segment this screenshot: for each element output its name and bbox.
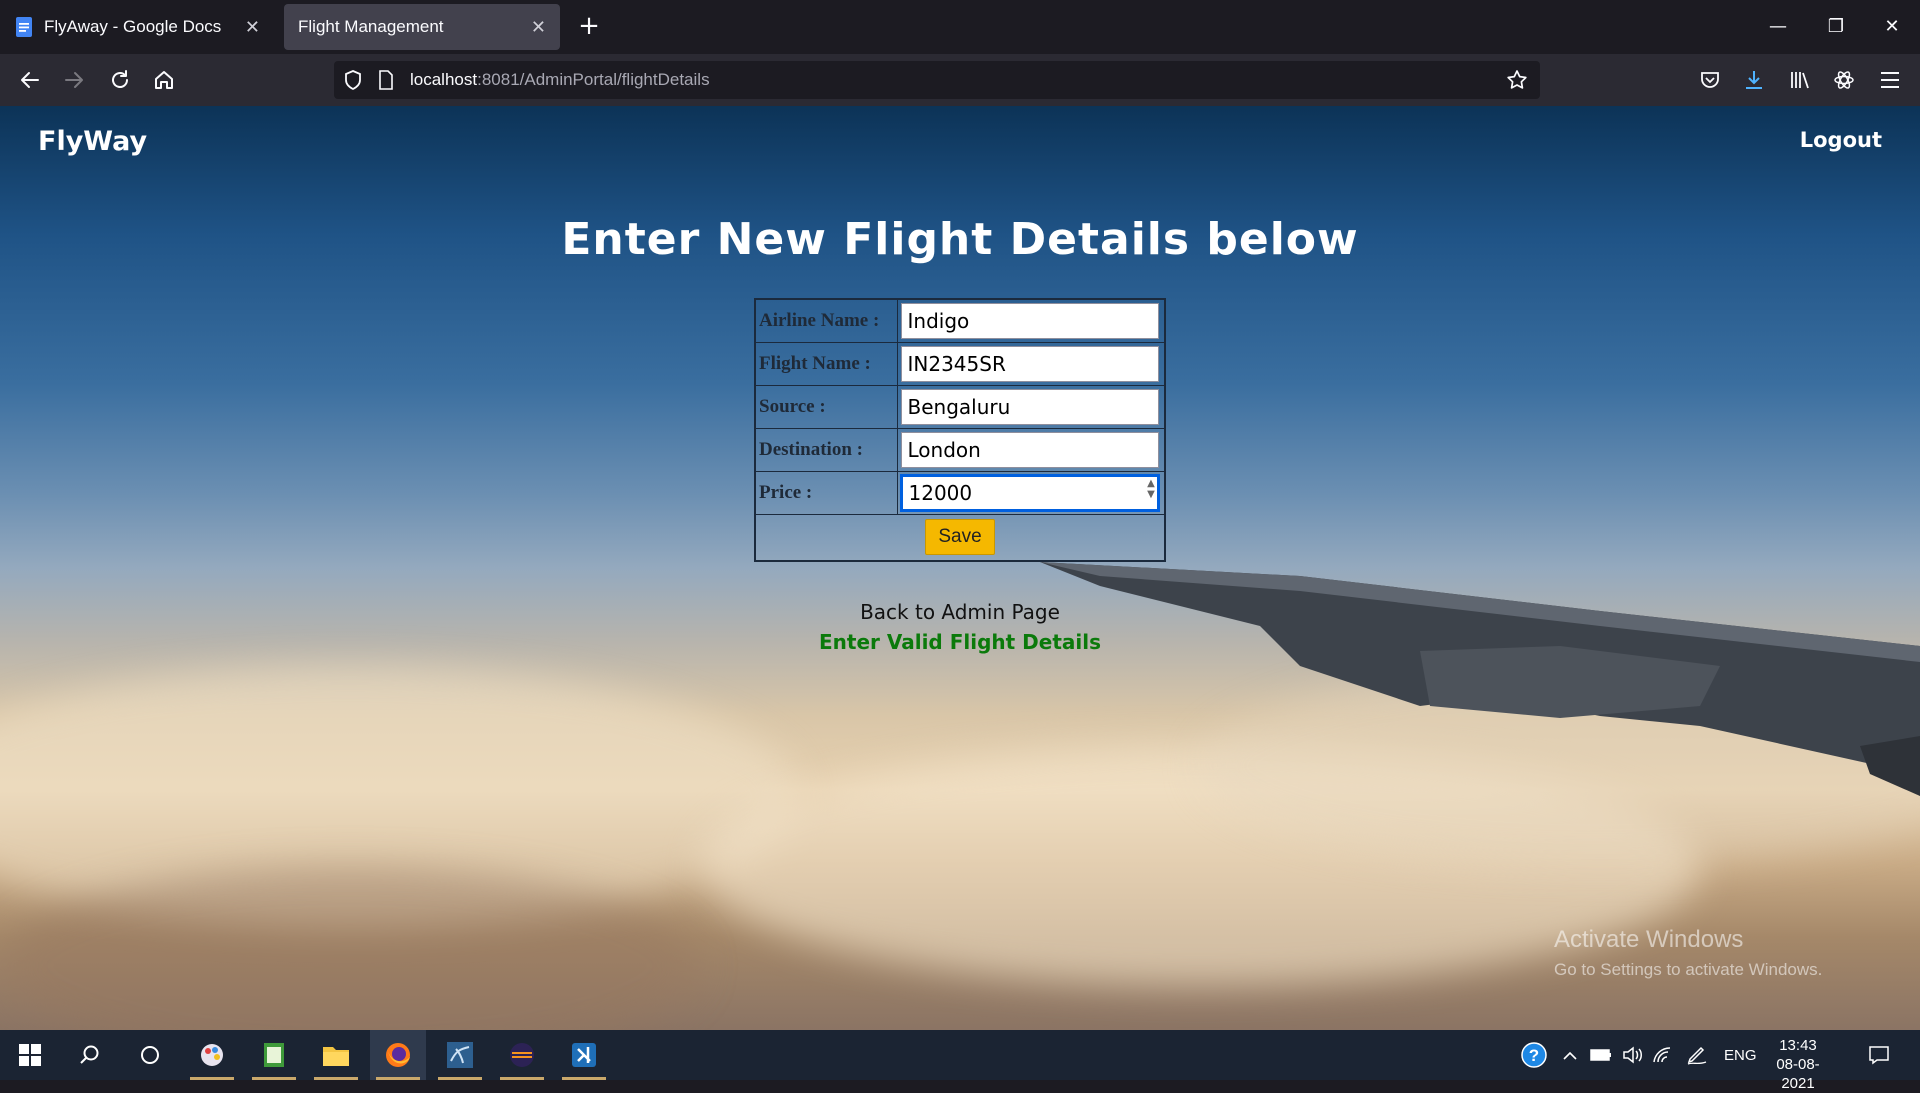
number-spinner-icon[interactable]: ▲ ▼ [1146,478,1156,500]
wifi-icon[interactable] [1652,1030,1672,1080]
eclipse-icon[interactable] [494,1030,550,1080]
back-to-admin-link[interactable]: Back to Admin Page [0,600,1920,624]
cortana-icon[interactable] [122,1030,178,1080]
price-input[interactable] [899,474,1160,512]
tab-label: Flight Management [298,17,444,36]
destination-input[interactable] [900,432,1159,468]
reload-icon[interactable] [104,64,136,96]
save-cell: Save [754,514,1166,561]
pen-ink-icon[interactable] [1686,1030,1708,1080]
source-cell [896,385,1166,429]
source-input[interactable] [900,389,1159,425]
hamburger-menu-icon[interactable] [1874,64,1906,96]
flight-name-label: Flight Name : [754,342,898,386]
tab-strip: FlyAway - Google Docs ✕ Flight Managemen… [0,0,1920,54]
url-path: :8081/AdminPortal/flightDetails [477,70,710,89]
price-label: Price : [754,471,898,515]
vscode-icon[interactable] [556,1030,612,1080]
form-row-price: Price : ▲▼ [754,471,1166,515]
address-bar[interactable]: localhost:8081/AdminPortal/flightDetails [334,61,1540,99]
close-tab-icon[interactable]: ✕ [531,17,546,38]
price-cell: ▲▼ [896,471,1166,515]
restore-icon[interactable]: ❐ [1816,12,1856,42]
url-host: localhost [410,70,478,89]
pocket-icon[interactable] [1694,64,1726,96]
firefox-icon[interactable] [370,1030,426,1080]
page-title: Enter New Flight Details below [561,214,1359,265]
activate-windows-subtitle: Go to Settings to activate Windows. [1554,960,1823,979]
windows-taskbar: ? ENG 13:43 08-08-2021 [0,1030,1920,1092]
forward-arrow-icon[interactable] [58,64,90,96]
brand-logo[interactable]: FlyWay [38,126,147,157]
validation-message: Enter Valid Flight Details [818,630,1101,654]
close-tab-icon[interactable]: ✕ [245,17,260,38]
minimize-icon[interactable]: — [1758,12,1798,42]
page-content: FlyWay Logout Enter New Flight Details b… [0,106,1920,1030]
flight-name-cell [896,342,1166,386]
tab-flyaway-docs[interactable]: FlyAway - Google Docs ✕ [0,4,274,50]
extension-atom-icon[interactable] [1828,64,1860,96]
form-row-destination: Destination : [754,428,1166,472]
form-row-save: Save [754,514,1166,561]
save-button[interactable]: Save [925,519,995,556]
system-clock[interactable]: 13:43 08-08-2021 [1760,1036,1836,1093]
airline-name-cell [896,298,1166,343]
page-icon [378,70,394,94]
form-row-flight: Flight Name : [754,342,1166,386]
bookmark-star-icon[interactable] [1506,69,1528,95]
navigation-toolbar: localhost:8081/AdminPortal/flightDetails [0,54,1920,106]
shield-icon[interactable] [344,70,362,94]
back-arrow-icon[interactable] [14,64,46,96]
volume-icon[interactable] [1622,1030,1644,1080]
activate-windows-title: Activate Windows [1554,926,1744,953]
url-text[interactable]: localhost:8081/AdminPortal/flightDetails [410,70,710,90]
downloads-icon[interactable] [1738,64,1770,96]
airline-name-label: Airline Name : [754,298,898,343]
svg-text:?: ? [1529,1046,1539,1065]
google-docs-icon [14,17,34,37]
help-icon[interactable]: ? [1520,1030,1548,1080]
file-explorer-icon[interactable] [308,1030,364,1080]
home-icon[interactable] [148,64,180,96]
clock-time: 13:43 [1779,1037,1817,1054]
app-icon-paint[interactable] [184,1030,240,1080]
logout-link[interactable]: Logout [1800,128,1882,152]
source-label: Source : [754,385,898,429]
new-tab-button[interactable]: + [576,12,602,42]
windows-start-icon[interactable] [2,1030,58,1080]
search-icon[interactable] [62,1030,118,1080]
tab-flight-management[interactable]: Flight Management ✕ [284,4,560,50]
form-row-airline: Airline Name : [754,298,1166,343]
airline-name-input[interactable] [900,303,1159,339]
battery-icon[interactable] [1590,1030,1612,1080]
close-window-icon[interactable]: ✕ [1872,12,1912,42]
flight-name-input[interactable] [900,346,1159,382]
destination-cell [896,428,1166,472]
form-row-source: Source : [754,385,1166,429]
flight-details-form: Airline Name : Flight Name : Source : De… [754,298,1166,562]
clock-date: 08-08-2021 [1776,1056,1820,1092]
mysql-workbench-icon[interactable] [432,1030,488,1080]
notifications-icon[interactable] [1868,1030,1890,1080]
destination-label: Destination : [754,428,898,472]
app-icon-notepad[interactable] [246,1030,302,1080]
language-indicator[interactable]: ENG [1724,1030,1757,1080]
library-icon[interactable] [1784,64,1816,96]
tab-label: FlyAway - Google Docs [44,17,222,36]
show-hidden-icons-chevron-icon[interactable] [1562,1030,1578,1080]
